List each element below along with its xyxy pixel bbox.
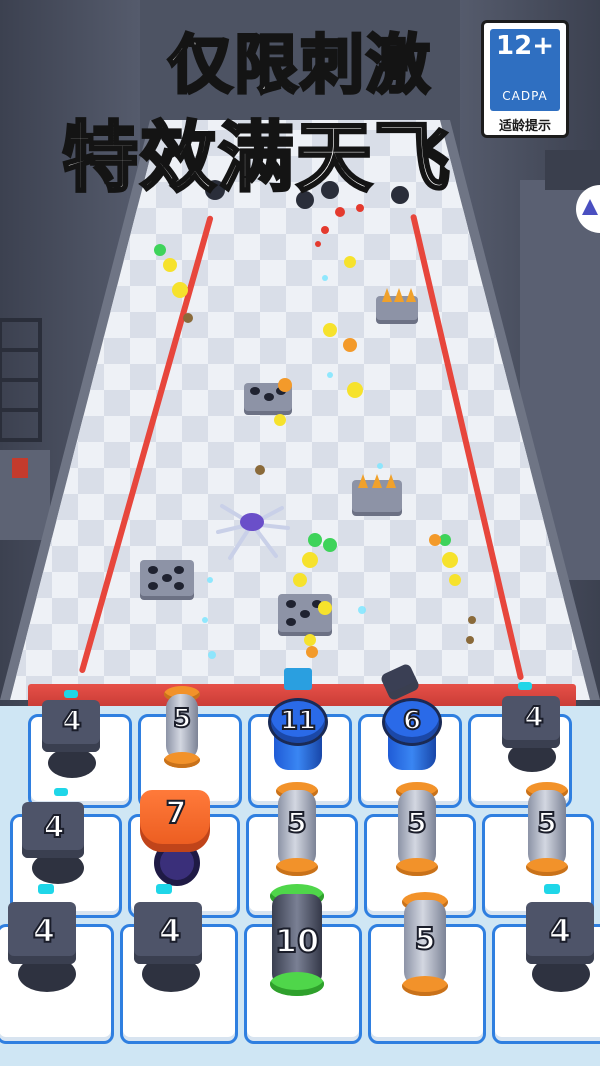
laser-turret[interactable]: 4 (2, 884, 86, 1000)
turret-level: 11 (279, 705, 317, 737)
triangle-icon (582, 199, 598, 215)
turret-cap (276, 858, 318, 876)
laser-turret[interactable]: 4 (128, 884, 212, 1000)
turret-level: 4 (32, 911, 56, 951)
age-rating-badge: 12+ CADPA 适龄提示 (481, 20, 569, 138)
turret-level: 4 (158, 911, 182, 951)
cannon-turret[interactable]: 5 (160, 686, 204, 776)
laser-turret[interactable]: 4 (520, 884, 600, 1000)
turret-emitter (518, 682, 532, 690)
shield-turret[interactable]: 7 (136, 786, 216, 890)
laser-turret[interactable]: 4 (498, 682, 570, 778)
turret-level: 7 (165, 795, 188, 832)
turret-emitter (54, 788, 68, 796)
turret-level: 6 (402, 705, 422, 737)
turret-level: 5 (172, 703, 192, 735)
laser-turret[interactable]: 4 (14, 788, 94, 892)
turret-cap (270, 972, 324, 996)
turret-level: 4 (43, 809, 66, 846)
laser-turret[interactable]: 4 (36, 690, 108, 786)
turret-level: 5 (406, 805, 427, 840)
turret-emitter (38, 884, 54, 894)
turret-level: 4 (548, 911, 572, 951)
blue-turret[interactable]: 11 (266, 668, 330, 778)
blue-turret[interactable]: 6 (379, 662, 444, 778)
turret-level: 5 (414, 921, 437, 958)
turret-level: 10 (274, 921, 321, 961)
turret-level: 5 (286, 805, 307, 840)
turret-emitter (284, 668, 312, 690)
turret-cap (396, 858, 438, 876)
turret-emitter (64, 690, 78, 698)
turret-level: 5 (536, 805, 557, 840)
turret-level: 4 (523, 699, 544, 734)
promo-title-line1: 仅限刺激 (167, 28, 432, 105)
turret-emitter (156, 884, 172, 894)
turret-base (48, 748, 96, 778)
cannon-turret[interactable]: 5 (398, 892, 452, 1004)
turret-emitter (544, 884, 560, 894)
turret-cap (402, 976, 448, 996)
turret-cap (526, 858, 568, 876)
cannon-turret[interactable]: 5 (392, 782, 442, 884)
cannon-turret[interactable]: 5 (522, 782, 572, 884)
rating-org-label: CADPA (502, 89, 548, 103)
cannon-turret[interactable]: 5 (272, 782, 322, 884)
age-hint-label: 适龄提示 (498, 119, 551, 134)
turret-emitter (379, 662, 421, 702)
green-turret[interactable]: 10 (264, 884, 330, 1004)
game-scene: 4 5 11 6 4 4 7 5 5 5 4 4 10 5 4 仅限刺激 特效满… (0, 0, 600, 1066)
promo-title-line2: 特效满天飞 (61, 112, 452, 204)
turret-level: 4 (61, 703, 82, 738)
age-rating-label: 12+ (496, 31, 554, 61)
turret-cap (164, 752, 200, 768)
